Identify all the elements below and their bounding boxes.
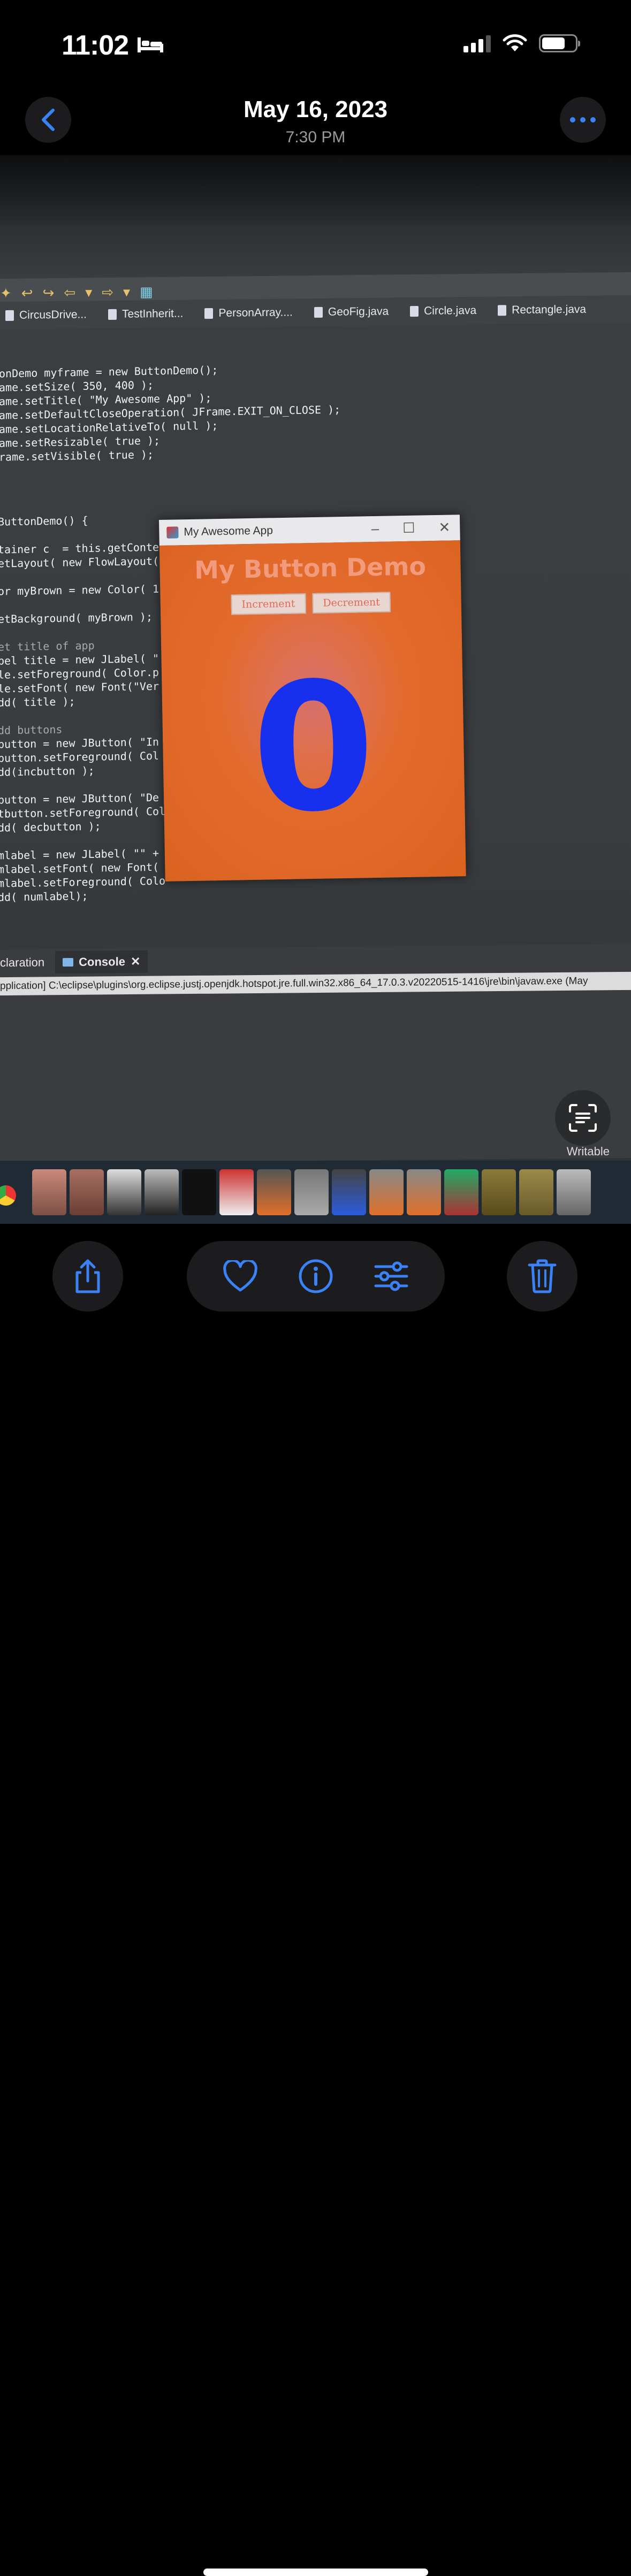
heart-icon — [223, 1260, 258, 1292]
close-icon: ✕ — [130, 954, 141, 969]
console-icon — [63, 957, 74, 967]
code-line: or myBrown = new Color( 1 — [0, 582, 159, 598]
java-file-icon — [5, 310, 14, 321]
thumbnail — [482, 1169, 516, 1215]
thumbnail — [557, 1169, 591, 1215]
code-line: etLayout( new FlowLayout( — [0, 554, 159, 570]
live-text-button[interactable] — [555, 1090, 611, 1146]
java-file-icon — [204, 308, 214, 319]
wifi-icon — [503, 34, 527, 51]
sliders-icon — [374, 1261, 408, 1291]
counter-number: 0 — [250, 644, 377, 852]
favorite-button[interactable] — [219, 1255, 262, 1298]
thumbnail — [444, 1169, 478, 1215]
thumbnail — [219, 1169, 254, 1215]
thumbnail — [369, 1169, 404, 1215]
live-text-icon — [569, 1104, 597, 1132]
photo-date: May 16, 2023 — [243, 96, 388, 122]
thumbnail — [107, 1169, 141, 1215]
status-bar: 11:02 — [0, 0, 631, 86]
cellular-signal-icon — [463, 34, 491, 52]
editor-tab: Circle.java — [410, 297, 476, 325]
share-button[interactable] — [52, 1241, 123, 1312]
ide-toolbar-icons: ✦ ↩ ↪ ⇦ ▾ ⇨ ▾ ▦ — [0, 283, 153, 302]
windows-taskbar — [0, 1161, 631, 1224]
thumbnail — [257, 1169, 291, 1215]
editor-tab: PersonArray.... — [204, 298, 293, 327]
editor-tabs: CircusDrive... TestInherit... PersonArra… — [0, 295, 631, 330]
photo-image[interactable]: ✦ ↩ ↪ ⇦ ▾ ⇨ ▾ ▦ CircusDrive... TestInherit... P… — [0, 155, 631, 1224]
chrome-icon — [0, 1185, 16, 1206]
sleep-focus-icon — [138, 37, 163, 52]
editor-tab: Rectangle.java — [498, 296, 586, 325]
java-app-window: My Awesome App – ☐ ✕ My Button Demo Incr… — [159, 515, 466, 881]
thumbnail — [519, 1169, 553, 1215]
minimize-icon: – — [371, 520, 379, 537]
console-tabs: claration Console ✕ — [0, 948, 148, 976]
thumbnail — [182, 1169, 216, 1215]
java-heading: My Button Demo — [194, 551, 427, 585]
editor-tab: TestInherit... — [108, 300, 183, 328]
code-line: le.setFont( new Font("Ver — [0, 679, 159, 695]
photo-time: 7:30 PM — [285, 128, 346, 146]
monitor-bezel — [0, 155, 631, 225]
editor-tab: CircusDrive... — [5, 301, 87, 329]
maximize-icon: ☐ — [402, 519, 415, 536]
console-tab: Console ✕ — [55, 950, 148, 974]
increment-button: Increment — [231, 593, 306, 615]
code-line: dd( numlabel); — [0, 889, 88, 904]
adjust-button[interactable] — [370, 1255, 413, 1298]
info-icon — [299, 1259, 333, 1293]
writable-label: Writable — [566, 1145, 610, 1158]
java-file-icon — [498, 305, 507, 316]
home-indicator[interactable] — [203, 2569, 428, 2576]
taskbar-thumbnails — [32, 1169, 591, 1215]
code-block-main: onDemo myframe = new ButtonDemo(); ame.se… — [0, 361, 340, 464]
java-file-icon — [410, 305, 419, 317]
close-icon: ✕ — [438, 519, 451, 535]
more-button[interactable] — [560, 97, 606, 143]
bottom-toolbar — [0, 1224, 631, 2576]
thumbnail — [332, 1169, 366, 1215]
console-panel: claration Console ✕ pplication] C:\eclip… — [0, 944, 631, 1164]
java-window-body: My Button Demo Increment Decrement 0 — [159, 540, 466, 881]
declaration-tab: claration — [0, 955, 45, 970]
delete-button[interactable] — [507, 1241, 577, 1312]
java-window-title: My Awesome App — [184, 524, 273, 539]
code-line: mlabel.setForeground( Colo — [0, 874, 166, 890]
code-line: tbutton.setForeground( Col — [0, 804, 166, 821]
java-button-row: Increment Decrement — [160, 591, 461, 616]
status-time: 11:02 — [62, 30, 129, 61]
window-controls: – ☐ ✕ — [371, 519, 451, 538]
status-indicators — [463, 34, 580, 52]
thumbnail — [145, 1169, 179, 1215]
thumbnail — [294, 1169, 329, 1215]
trash-icon — [528, 1259, 557, 1293]
share-icon — [75, 1259, 100, 1293]
code-line: button.setForeground( Col — [0, 749, 159, 765]
code-line: etBackground( myBrown ); — [0, 610, 153, 626]
thumbnail — [70, 1169, 104, 1215]
thumbnail — [32, 1169, 66, 1215]
action-pill — [187, 1241, 445, 1312]
info-button[interactable] — [294, 1255, 337, 1298]
ellipsis-icon — [570, 117, 596, 122]
photo-header: May 16, 2023 7:30 PM — [0, 86, 631, 155]
code-block-constructor: ButtonDemo() { tainer c = this.getConte e… — [0, 512, 169, 904]
decrement-button: Decrement — [312, 592, 391, 614]
java-file-icon — [314, 306, 323, 318]
battery-icon — [539, 34, 580, 52]
thumbnail — [407, 1169, 441, 1215]
java-file-icon — [108, 309, 117, 320]
java-app-icon — [166, 526, 179, 539]
editor-tab: GeoFig.java — [314, 298, 389, 326]
